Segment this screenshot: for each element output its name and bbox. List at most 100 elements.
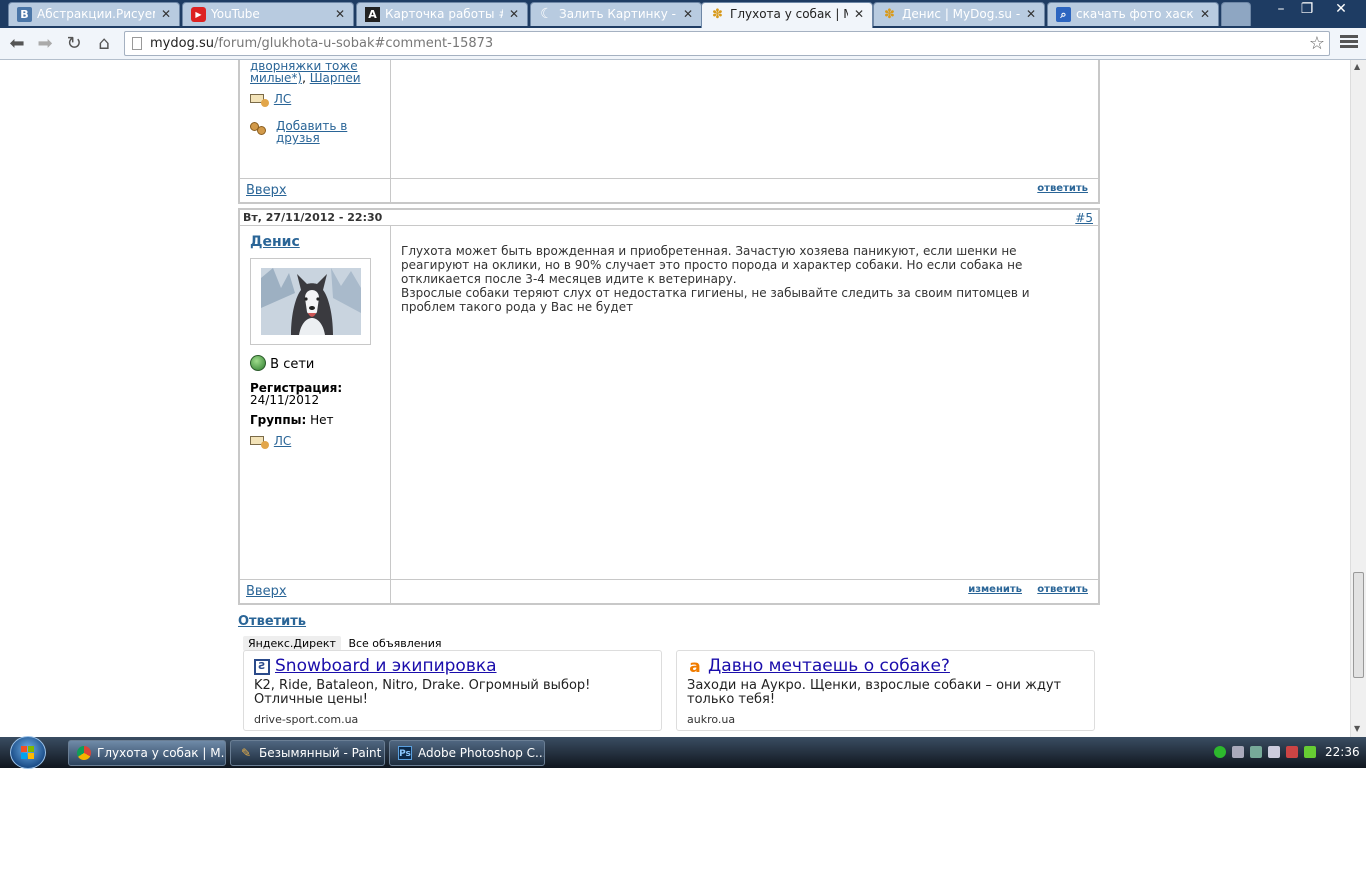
tab-title: Абстракции.Рисуем ч — [37, 7, 155, 21]
youtube-icon: ▶ — [191, 7, 206, 22]
moon-icon: ☾ — [540, 6, 553, 22]
tray-icon[interactable] — [1232, 746, 1244, 758]
start-button[interactable] — [10, 736, 46, 769]
browser-tab[interactable]: B Абстракции.Рисуем ч ✕ — [8, 2, 180, 26]
new-tab-button[interactable] — [1221, 2, 1251, 26]
author-name-link[interactable]: Денис — [250, 234, 300, 250]
media-play-tray-icon[interactable] — [1214, 746, 1226, 758]
close-tab-icon[interactable]: ✕ — [854, 3, 864, 25]
back-button[interactable]: ⬅ — [6, 33, 28, 55]
ad-domain[interactable]: aukro.ua — [687, 713, 735, 726]
taskbar-item-label: Adobe Photoshop C... — [418, 746, 545, 760]
reload-button[interactable]: ↻ — [63, 33, 85, 55]
reply-link[interactable]: ответить — [1037, 183, 1088, 194]
close-window-button[interactable]: ✕ — [1327, 0, 1355, 18]
scrollbar-thumb[interactable] — [1353, 572, 1364, 678]
private-message-row: ЛС — [250, 92, 291, 107]
ad-text: Заходи на Аукро. Щенки, взрослые собаки … — [687, 678, 1062, 707]
restore-window-button[interactable]: ❐ — [1294, 0, 1320, 18]
taskbar-clock[interactable]: 22:36 — [1325, 737, 1360, 768]
post-author-column: дворняжки тоже милые*), Шарпеи ЛС Добави… — [240, 60, 391, 180]
forward-button[interactable]: ➡ — [34, 33, 56, 55]
safely-remove-hardware-icon[interactable] — [1268, 746, 1280, 758]
close-tab-icon[interactable]: ✕ — [509, 3, 519, 25]
ad-block[interactable]: a Давно мечтаешь о собаке? Заходи на Аук… — [676, 650, 1095, 731]
scroll-top-link[interactable]: Вверх — [246, 183, 287, 198]
chrome-menu-button[interactable] — [1340, 33, 1358, 53]
browser-tab[interactable]: A Карточка работы #40 ✕ — [356, 2, 528, 26]
aukro-icon: a — [689, 657, 701, 677]
windows-logo-icon — [21, 746, 35, 759]
taskbar-item-photoshop[interactable]: Ps Adobe Photoshop C... — [389, 740, 545, 766]
taskbar-item-paint[interactable]: ✎ Безымянный - Paint — [230, 740, 385, 766]
edit-link[interactable]: изменить — [968, 584, 1022, 595]
post-body-line: проблем такого рода у Вас не будет — [401, 300, 634, 314]
bookmark-star-icon[interactable]: ☆ — [1309, 32, 1325, 55]
close-tab-icon[interactable]: ✕ — [161, 3, 171, 25]
paw-icon: ✽ — [884, 7, 895, 22]
browser-tab[interactable]: ▶ YouTube ✕ — [182, 2, 354, 26]
post-footer: Вверх ответить — [240, 178, 1098, 202]
private-message-link[interactable]: ЛС — [274, 92, 291, 106]
avatar[interactable] — [261, 268, 361, 335]
breed-link[interactable]: милые*) — [250, 71, 302, 85]
browser-tab[interactable]: ✽ Денис | MyDog.su - са ✕ — [873, 2, 1045, 26]
chrome-icon — [77, 746, 91, 760]
minimize-window-button[interactable]: – — [1268, 0, 1294, 18]
ad-block[interactable]: Ƨ Snowboard и экипировка K2, Ride, Batal… — [243, 650, 662, 731]
browser-tab[interactable]: ⌕ скачать фото хаски, ✕ — [1047, 2, 1219, 26]
close-tab-icon[interactable]: ✕ — [1200, 3, 1210, 25]
post-body: Глухота может быть врожденная и приобрет… — [401, 244, 1081, 314]
post-author-column: Денис В сети Регистрация: 24/11/2012 Гру… — [240, 226, 391, 581]
ad-title-link[interactable]: Давно мечтаешь о собаке? — [708, 656, 950, 676]
address-bar[interactable]: mydog.su/forum/glukhota-u-sobak#comment-… — [124, 31, 1330, 56]
ad-title-link[interactable]: Snowboard и экипировка — [275, 656, 497, 676]
registration-date: 24/11/2012 — [250, 393, 320, 407]
all-ads-link[interactable]: Все объявления — [348, 637, 441, 650]
post-permalink[interactable]: #5 — [1075, 211, 1093, 225]
post-date: Вт, 27/11/2012 - 22:30 — [243, 211, 383, 224]
breed-link-sharpei[interactable]: Шарпеи — [310, 71, 361, 85]
post-body-line: реагируют на оклики, но в 90% случает эт… — [401, 258, 1023, 272]
taskbar-item-label: Глухота у собак | M... — [97, 746, 226, 760]
forum-post-previous: дворняжки тоже милые*), Шарпеи ЛС Добави… — [238, 60, 1100, 204]
add-friend-icon — [250, 120, 270, 136]
close-tab-icon[interactable]: ✕ — [1026, 3, 1036, 25]
nvidia-icon[interactable] — [1304, 746, 1316, 758]
browser-tab[interactable]: ☾ Залить Картинку - Зал ✕ — [530, 2, 702, 26]
scroll-top-link[interactable]: Вверх — [246, 584, 287, 599]
taskbar-item-chrome[interactable]: Глухота у собак | M... — [68, 740, 226, 766]
url-text[interactable]: mydog.su/forum/glukhota-u-sobak#comment-… — [150, 32, 493, 55]
scroll-down-arrow-icon[interactable]: ▼ — [1354, 724, 1360, 733]
paint-icon: ✎ — [240, 746, 252, 760]
browser-tab-active[interactable]: ✽ Глухота у собак | MyDo ✕ — [701, 2, 873, 28]
private-message-link[interactable]: ЛС — [274, 434, 291, 448]
tab-title: скачать фото хаски, — [1076, 7, 1194, 21]
url-host: mydog.su — [150, 36, 214, 51]
reply-to-topic-link[interactable]: Ответить — [238, 614, 306, 629]
groups-info: Группы: Нет — [250, 413, 334, 427]
volume-icon[interactable] — [1286, 746, 1298, 758]
photoshop-icon: Ps — [398, 746, 412, 760]
home-button[interactable]: ⌂ — [93, 33, 115, 55]
ad-domain[interactable]: drive-sport.com.ua — [254, 713, 358, 726]
page-scrollbar[interactable]: ▲ ▼ — [1350, 60, 1366, 737]
add-friend-link[interactable]: Добавить в друзья — [276, 120, 347, 144]
online-status-icon — [250, 355, 266, 371]
vk-icon: B — [17, 7, 32, 22]
reply-link[interactable]: ответить — [1037, 584, 1088, 595]
close-tab-icon[interactable]: ✕ — [683, 3, 693, 25]
private-message-icon — [250, 435, 270, 449]
yandex-direct-label[interactable]: Яндекс.Директ — [243, 636, 341, 651]
tab-title: Денис | MyDog.su - са — [902, 7, 1020, 21]
close-tab-icon[interactable]: ✕ — [335, 3, 345, 25]
tray-icon[interactable] — [1250, 746, 1262, 758]
private-message-icon — [250, 93, 270, 107]
groups-label: Группы: — [250, 413, 307, 427]
author-breeds: дворняжки тоже милые*), Шарпеи — [250, 60, 361, 84]
post-body-line: откликается после 3-4 месяцев идите к ве… — [401, 272, 737, 286]
taskbar-item-label: Безымянный - Paint — [259, 746, 382, 760]
post-footer: Вверх изменить ответить — [240, 579, 1098, 603]
browser-tab-strip: B Абстракции.Рисуем ч ✕ ▶ YouTube ✕ A Ка… — [0, 0, 1366, 28]
scroll-up-arrow-icon[interactable]: ▲ — [1354, 62, 1360, 71]
